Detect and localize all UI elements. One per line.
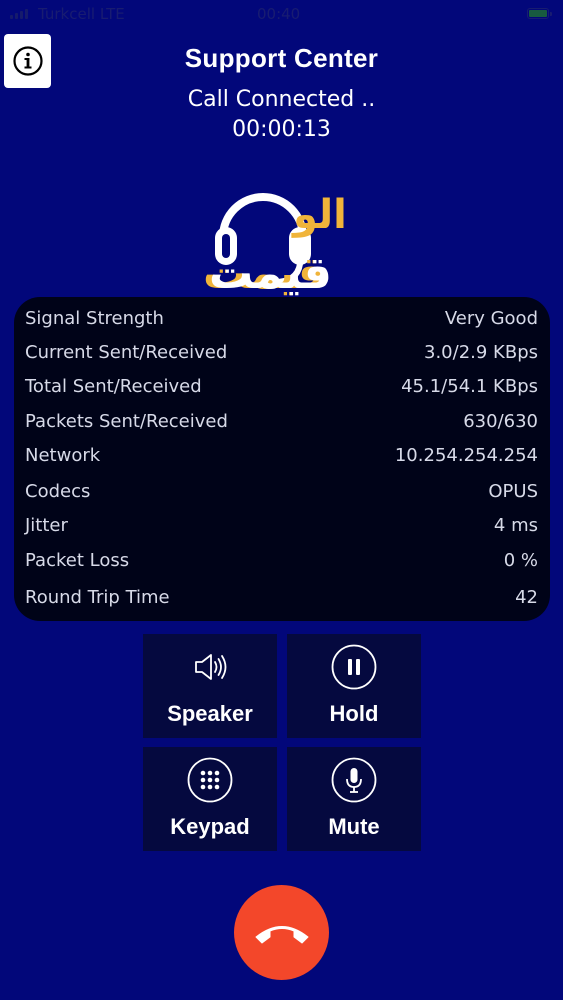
hold-button[interactable]: Hold [287, 634, 421, 738]
stat-row-packets-sent-received: Packets Sent/Received 630/630 [25, 411, 538, 432]
cellular-signal-icon [10, 9, 28, 19]
logo-text-top: الو [293, 192, 347, 238]
stat-value: 3.0/2.9 KBps [424, 342, 538, 363]
logo-text-bottom: قيمت [209, 248, 332, 299]
stat-value: 630/630 [463, 411, 538, 432]
keypad-label: Keypad [170, 814, 250, 839]
stat-value: 45.1/54.1 KBps [401, 376, 538, 397]
stat-row-current-sent-received: Current Sent/Received 3.0/2.9 KBps [25, 342, 538, 363]
stat-label: Signal Strength [25, 308, 164, 329]
stat-row-total-sent-received: Total Sent/Received 45.1/54.1 KBps [25, 376, 538, 397]
stat-row-codecs: Codecs OPUS [25, 481, 538, 502]
pause-icon [331, 644, 377, 690]
call-timer: 00:00:13 [232, 117, 331, 142]
stat-row-packet-loss: Packet Loss 0 % [25, 550, 538, 571]
hold-label: Hold [329, 701, 379, 726]
stat-row-jitter: Jitter 4 ms [25, 515, 538, 536]
stat-label: Packets Sent/Received [25, 411, 228, 432]
stat-row-signal-strength: Signal Strength Very Good [25, 308, 538, 329]
stat-label: Codecs [25, 481, 91, 502]
call-status: Call Connected .. [187, 87, 376, 112]
stat-value: 0 % [503, 550, 538, 571]
keypad-icon [187, 757, 233, 803]
stat-value: 4 ms [493, 515, 538, 536]
microphone-icon [331, 757, 377, 803]
stat-label: Jitter [25, 515, 68, 536]
carrier-label: Turkcell LTE [38, 5, 125, 23]
stat-row-round-trip-time: Round Trip Time 42 [25, 587, 538, 608]
hangup-icon [255, 925, 308, 943]
mute-label: Mute [328, 814, 380, 839]
stat-label: Network [25, 445, 101, 466]
speaker-icon [195, 654, 227, 680]
status-time: 00:40 [257, 5, 301, 23]
stat-label: Round Trip Time [25, 587, 170, 608]
stat-value: 10.254.254.254 [394, 445, 538, 466]
stat-value: Very Good [444, 308, 538, 329]
speaker-button[interactable]: Speaker [143, 634, 277, 738]
stat-value: OPUS [488, 481, 538, 502]
stat-label: Total Sent/Received [25, 376, 202, 397]
stat-row-network: Network 10.254.254.254 [25, 445, 538, 466]
keypad-button[interactable]: Keypad [143, 747, 277, 851]
caller-name: Support Center [184, 43, 379, 73]
stat-label: Packet Loss [25, 550, 130, 571]
call-stats-panel: Signal Strength Very Good Current Sent/R… [14, 297, 550, 621]
speaker-label: Speaker [167, 701, 253, 726]
mute-button[interactable]: Mute [287, 747, 421, 851]
status-bar: Turkcell LTE 00:40 [0, 0, 563, 30]
stat-label: Current Sent/Received [25, 342, 228, 363]
end-call-button[interactable] [234, 885, 329, 980]
battery-icon [527, 8, 552, 19]
stat-value: 42 [515, 587, 538, 608]
